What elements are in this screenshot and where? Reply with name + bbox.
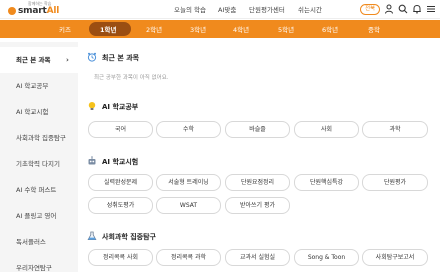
- search-icon[interactable]: [398, 4, 408, 14]
- grade-tab-bar: 키즈 1학년 2학년 3학년 4학년 5학년 6학년 중학: [0, 20, 440, 38]
- robot-icon: [88, 156, 96, 165]
- top-nav-break-time[interactable]: 쉬는시간: [298, 4, 322, 14]
- sidebar-item-school-test[interactable]: AI 학교시험: [0, 99, 78, 125]
- top-nav-ai-custom[interactable]: AI맞춤: [218, 4, 236, 14]
- smartall-logo[interactable]: 함께하는 학습 smartAll: [6, 1, 86, 18]
- sidebar-item-label: 우리자연탐구: [16, 264, 52, 272]
- sidebar-item-school-study[interactable]: AI 학교공부: [0, 73, 78, 99]
- chip-textbook-lab[interactable]: 교과서 실험실: [225, 249, 290, 266]
- person-icon[interactable]: [384, 4, 394, 14]
- sidebar-item-ai-english[interactable]: AI 플링고 영어: [0, 203, 78, 229]
- sidebar-item-nature-explore[interactable]: 우리자연탐구: [0, 255, 78, 272]
- sidebar-item-label: AI 학교공부: [16, 82, 49, 90]
- grade-tab-4[interactable]: 4학년: [233, 24, 249, 34]
- chip-science-summary[interactable]: 정리콕콕 과학: [156, 249, 221, 266]
- section-title-school-study: AI 학교공부: [102, 103, 139, 111]
- grade-tab-6[interactable]: 6학년: [322, 24, 338, 34]
- sidebar-item-reading-plus[interactable]: 독서플러스: [0, 229, 78, 255]
- chip-integrated-subject[interactable]: 바슬즐: [225, 121, 290, 138]
- grade-tab-2[interactable]: 2학년: [146, 24, 162, 34]
- chip-math[interactable]: 수학: [156, 121, 221, 138]
- chip-skill-completion[interactable]: 실력완성문제: [88, 174, 153, 191]
- sidebar-item-label: 사회과학 집중탐구: [16, 134, 66, 142]
- section-title-social-science: 사회과학 집중탐구: [102, 233, 156, 241]
- grade-tab-1[interactable]: 1학년: [100, 24, 116, 34]
- chip-social[interactable]: 사회: [294, 121, 359, 138]
- chip-dictation-test[interactable]: 받아쓰기 평가: [225, 197, 290, 214]
- chip-korean[interactable]: 국어: [88, 121, 153, 138]
- chip-unit-lecture[interactable]: 단원핵심특강: [294, 174, 359, 191]
- alarm-clock-icon: [87, 52, 97, 62]
- logo-wordmark-prefix: smart: [18, 6, 47, 16]
- sidebar-item-social-science[interactable]: 사회과학 집중탐구: [0, 125, 78, 151]
- logo-mark-icon: [8, 7, 16, 15]
- flask-icon: [87, 231, 97, 240]
- logo-wordmark: smartAll: [18, 6, 59, 16]
- logo-wordmark-suffix: All: [46, 6, 60, 16]
- grade-tab-kids[interactable]: 키즈: [59, 24, 71, 34]
- chip-social-summary[interactable]: 정리콕콕 사회: [88, 249, 153, 266]
- chip-social-report[interactable]: 사회탐구보고서: [362, 249, 428, 266]
- section-title-school-test: AI 학교시험: [102, 158, 139, 166]
- chip-song-toon[interactable]: Song & Toon: [294, 249, 359, 266]
- top-bar: 함께하는 학습 smartAll 오늘의 학습 AI맞춤 단원평가센터 쉬는시간…: [0, 0, 440, 19]
- chip-unit-summary[interactable]: 단원요점정리: [225, 174, 290, 191]
- menu-icon[interactable]: [426, 4, 436, 14]
- sidebar-item-label: AI 수학 퍼스트: [16, 186, 57, 194]
- chip-wsat[interactable]: WSAT: [156, 197, 221, 214]
- chip-essay-training[interactable]: 서술형 트레이닝: [156, 174, 221, 191]
- grade-tab-3[interactable]: 3학년: [190, 24, 206, 34]
- sidebar-item-label: AI 플링고 영어: [16, 212, 57, 220]
- chevron-right-icon: ›: [66, 56, 69, 64]
- top-nav-today-study[interactable]: 오늘의 학습: [174, 4, 206, 14]
- grade-tab-middle[interactable]: 중학: [368, 24, 380, 34]
- top-nav-unit-test-center[interactable]: 단원평가센터: [249, 4, 285, 14]
- sidebar-item-label: 기초학력 다지기: [16, 160, 60, 168]
- grade-tab-5[interactable]: 5학년: [278, 24, 294, 34]
- chip-unit-test[interactable]: 단원평가: [362, 174, 428, 191]
- sidebar-item-label: AI 학교시험: [16, 108, 49, 116]
- chip-science[interactable]: 과학: [362, 121, 428, 138]
- sidebar-item-label: 독서플러스: [16, 238, 46, 246]
- sidebar: 최근 본 과목 › AI 학교공부 AI 학교시험 사회과학 집중탐구 기초학력 …: [0, 42, 78, 272]
- recent-empty-message: 최근 공부한 과목이 아직 없어요.: [94, 75, 169, 81]
- section-title-recent: 최근 본 과목: [102, 54, 140, 62]
- sidebar-item-basic-skills[interactable]: 기초학력 다지기: [0, 151, 78, 177]
- lightbulb-icon: [88, 102, 96, 110]
- region-login-button[interactable]: 전북: [360, 4, 380, 15]
- chip-achievement-test[interactable]: 성취도평가: [88, 197, 153, 214]
- bell-icon[interactable]: [412, 4, 422, 14]
- sidebar-item-label: 최근 본 과목: [16, 56, 51, 64]
- sidebar-item-recent[interactable]: 최근 본 과목 ›: [0, 47, 78, 73]
- sidebar-item-ai-math-first[interactable]: AI 수학 퍼스트: [0, 177, 78, 203]
